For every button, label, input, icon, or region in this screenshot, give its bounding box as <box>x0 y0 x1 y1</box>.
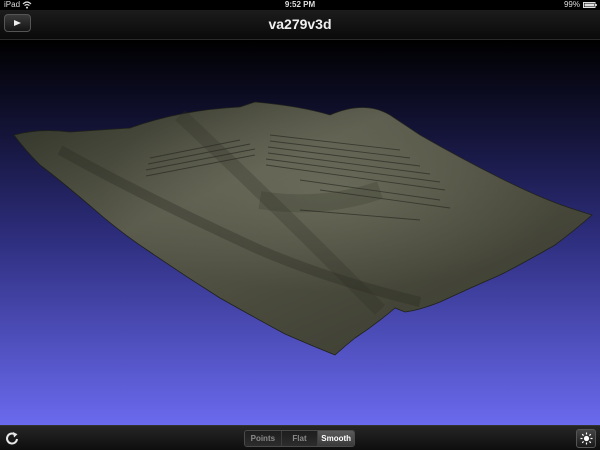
3d-viewport[interactable] <box>0 40 600 425</box>
sun-icon <box>580 432 593 445</box>
page-title: va279v3d <box>268 16 332 32</box>
navigation-bar: va279v3d <box>0 10 600 40</box>
render-mode-flat[interactable]: Flat <box>281 431 319 446</box>
render-mode-control: Points Flat Smooth <box>244 430 355 447</box>
parchment-mesh[interactable] <box>0 40 600 425</box>
status-bar: iPad 9:52 PM 99% <box>0 0 600 10</box>
lighting-button[interactable] <box>576 429 596 448</box>
render-mode-smooth[interactable]: Smooth <box>318 431 354 446</box>
render-mode-points[interactable]: Points <box>245 431 282 446</box>
status-time: 9:52 PM <box>284 0 316 9</box>
refresh-icon[interactable] <box>4 430 21 447</box>
battery-percent: 99% <box>563 0 580 9</box>
app-screen: iPad 9:52 PM 99% va279v3d Points Flat Sm… <box>0 0 600 450</box>
bottom-toolbar: Points Flat Smooth <box>0 425 600 450</box>
battery-icon <box>583 2 597 8</box>
